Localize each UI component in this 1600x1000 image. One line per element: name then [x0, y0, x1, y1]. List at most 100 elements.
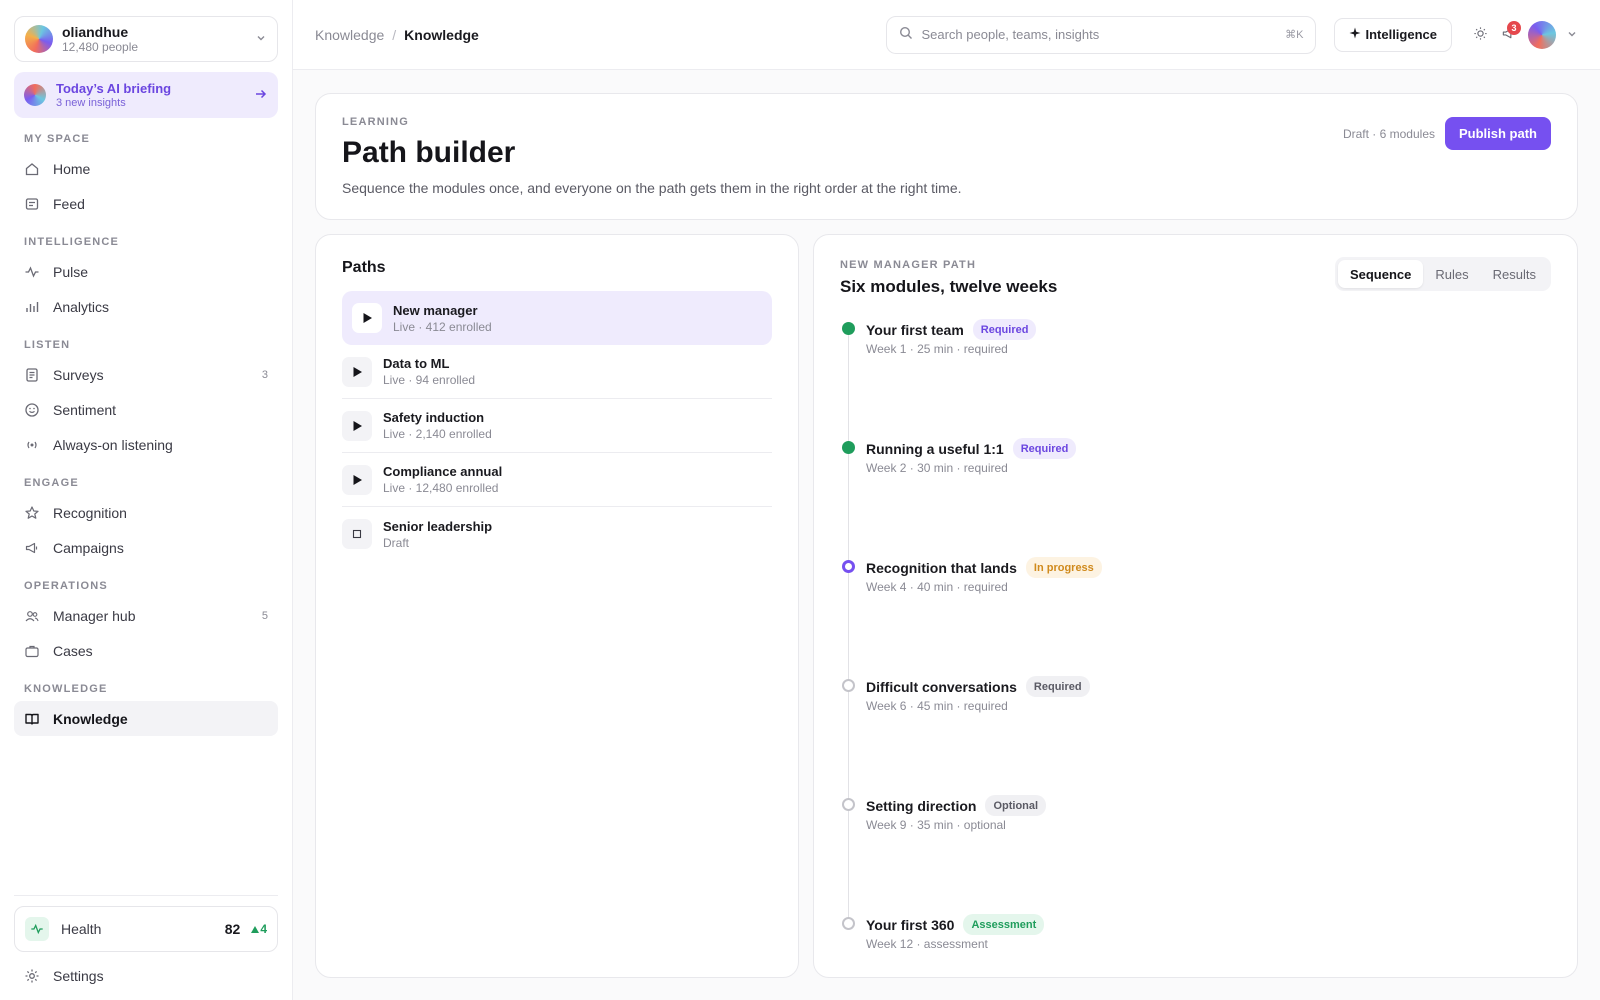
- module-step[interactable]: Setting direction Optional Week 9 · 35 m…: [840, 795, 1540, 855]
- sidebar-item-label: Analytics: [53, 298, 110, 315]
- chevron-down-icon: [255, 32, 267, 47]
- module-meta: Week 1 · 25 min · required: [866, 342, 1008, 356]
- settings-label: Settings: [53, 968, 104, 984]
- sidebar-item-knowledge[interactable]: Knowledge: [14, 701, 278, 736]
- sidebar-item-label: Cases: [53, 642, 93, 659]
- org-name: oliandhue: [62, 24, 129, 40]
- theme-toggle-button[interactable]: [1466, 21, 1494, 49]
- sidebar-item-pulse[interactable]: Pulse: [14, 254, 278, 289]
- sidebar-item-sentiment[interactable]: Sentiment: [14, 392, 278, 427]
- module-step[interactable]: Recognition that lands In progress Week …: [840, 557, 1540, 617]
- view-segmented-control: Sequence Rules Results: [1334, 257, 1551, 291]
- intelligence-label: Intelligence: [1365, 27, 1437, 42]
- nav-section-label: OPERATIONS: [24, 580, 108, 592]
- survey-icon: [24, 367, 40, 383]
- step-complete-dot: [842, 441, 855, 454]
- sidebar-item-cases[interactable]: Cases: [14, 633, 278, 668]
- path-detail-panel: NEW MANAGER PATH Six modules, twelve wee…: [813, 234, 1578, 978]
- path-name: Safety induction: [383, 410, 485, 425]
- sidebar-item-surveys[interactable]: Surveys 3: [14, 357, 278, 392]
- arrow-right-icon: [254, 87, 268, 104]
- briefcase-icon: [24, 643, 40, 659]
- settings-link[interactable]: Settings: [14, 952, 278, 1000]
- sidebar-item-label: Sentiment: [53, 401, 117, 418]
- org-subtitle: 12,480 people: [62, 40, 139, 54]
- step-complete-dot: [842, 322, 855, 335]
- notifications-button[interactable]: 3: [1494, 20, 1522, 49]
- module-step[interactable]: Your first team Required Week 1 · 25 min…: [840, 319, 1540, 379]
- sidebar-item-campaigns[interactable]: Campaigns: [14, 530, 278, 565]
- search-shortcut: ⌘K: [1285, 29, 1304, 41]
- path-name: Data to ML: [383, 356, 450, 371]
- top-bar: Knowledge / Knowledge ⌘K Intelligence 3: [293, 0, 1600, 70]
- path-meta: Live · 412 enrolled: [393, 319, 492, 334]
- tab-rules[interactable]: Rules: [1423, 260, 1480, 288]
- sidebar-item-home[interactable]: Home: [14, 151, 278, 186]
- broadcast-icon: [24, 437, 40, 453]
- module-tag: Required: [972, 319, 1037, 340]
- sun-icon: [1473, 26, 1488, 44]
- org-switcher[interactable]: oliandhue 12,480 people: [14, 16, 278, 62]
- chevron-down-icon[interactable]: [1566, 27, 1578, 43]
- module-tag: In progress: [1025, 557, 1102, 578]
- nav-section-label: KNOWLEDGE: [24, 683, 108, 695]
- module-step[interactable]: Difficult conversations Required Week 6 …: [840, 676, 1540, 736]
- breadcrumb-separator: /: [392, 26, 397, 43]
- home-icon: [24, 161, 40, 177]
- sidebar-item-label: Knowledge: [53, 710, 128, 727]
- notification-count-badge: 3: [1507, 20, 1521, 35]
- sidebar-nav: MY SPACE Home Feed INTELLIGENCE Pulse An…: [14, 133, 278, 736]
- health-pulse-icon: [25, 917, 49, 941]
- smile-icon: [24, 402, 40, 418]
- path-item-data-to-ml[interactable]: Data to ML Live · 94 enrolled: [342, 345, 772, 399]
- page-description: Sequence the modules once, and everyone …: [342, 180, 962, 196]
- tab-results[interactable]: Results: [1481, 260, 1548, 288]
- module-name: Your first team: [866, 321, 964, 338]
- module-meta: Week 6 · 45 min · required: [866, 699, 1008, 713]
- sidebar-item-label: Campaigns: [53, 539, 124, 556]
- sidebar-item-recognition[interactable]: Recognition: [14, 495, 278, 530]
- module-meta: Week 12 · assessment: [866, 937, 988, 951]
- module-name: Difficult conversations: [866, 678, 1017, 695]
- search-input[interactable]: [921, 27, 1286, 42]
- search-icon: [899, 26, 913, 43]
- module-name: Recognition that lands: [866, 559, 1017, 576]
- sidebar-item-label: Surveys: [53, 366, 104, 383]
- search-box[interactable]: ⌘K: [886, 15, 1317, 54]
- health-widget[interactable]: Health 82 4: [14, 906, 278, 952]
- module-meta: Week 9 · 35 min · optional: [866, 818, 1006, 832]
- star-icon: [24, 505, 40, 521]
- module-meta: Week 2 · 30 min · required: [866, 461, 1008, 475]
- play-icon: [342, 356, 372, 387]
- module-step[interactable]: Your first 360 Assessment Week 12 · asse…: [840, 914, 1540, 974]
- step-pending-dot: [842, 679, 855, 692]
- breadcrumb-current: Knowledge: [404, 26, 479, 43]
- gear-icon: [24, 968, 40, 984]
- ai-briefing-card[interactable]: Today’s AI briefing 3 new insights: [14, 72, 278, 118]
- sidebar-footer: Health 82 4 Settings: [14, 895, 278, 1000]
- module-tag: Optional: [985, 795, 1047, 816]
- sidebar-item-always-on-listening[interactable]: Always-on listening: [14, 427, 278, 462]
- health-delta: 4: [260, 922, 267, 936]
- breadcrumb-item[interactable]: Knowledge: [315, 27, 384, 43]
- sidebar-item-feed[interactable]: Feed: [14, 186, 278, 221]
- step-pending-dot: [842, 798, 855, 811]
- publish-path-button[interactable]: Publish path: [1445, 117, 1551, 150]
- step-pending-dot: [842, 917, 855, 930]
- intelligence-button[interactable]: Intelligence: [1334, 17, 1452, 52]
- path-item-compliance-annual[interactable]: Compliance annual Live · 12,480 enrolled: [342, 453, 772, 507]
- tab-sequence[interactable]: Sequence: [1337, 260, 1424, 288]
- step-in-progress-dot: [842, 560, 855, 573]
- main-area: Knowledge / Knowledge ⌘K Intelligence 3: [293, 0, 1600, 1000]
- path-item-senior-leadership[interactable]: Senior leadership Draft: [342, 507, 772, 561]
- sidebar-item-label: Pulse: [53, 263, 89, 280]
- module-name: Running a useful 1:1: [866, 440, 1004, 457]
- path-item-safety-induction[interactable]: Safety induction Live · 2,140 enrolled: [342, 399, 772, 453]
- sidebar-item-analytics[interactable]: Analytics: [14, 289, 278, 324]
- user-avatar[interactable]: [1528, 20, 1556, 49]
- manager-hub-count-badge: 5: [261, 609, 268, 622]
- module-step[interactable]: Running a useful 1:1 Required Week 2 · 3…: [840, 438, 1540, 498]
- module-tag: Assessment: [963, 914, 1045, 935]
- sidebar-item-manager-hub[interactable]: Manager hub 5: [14, 598, 278, 633]
- path-item-new-manager[interactable]: New manager Live · 412 enrolled: [342, 291, 772, 345]
